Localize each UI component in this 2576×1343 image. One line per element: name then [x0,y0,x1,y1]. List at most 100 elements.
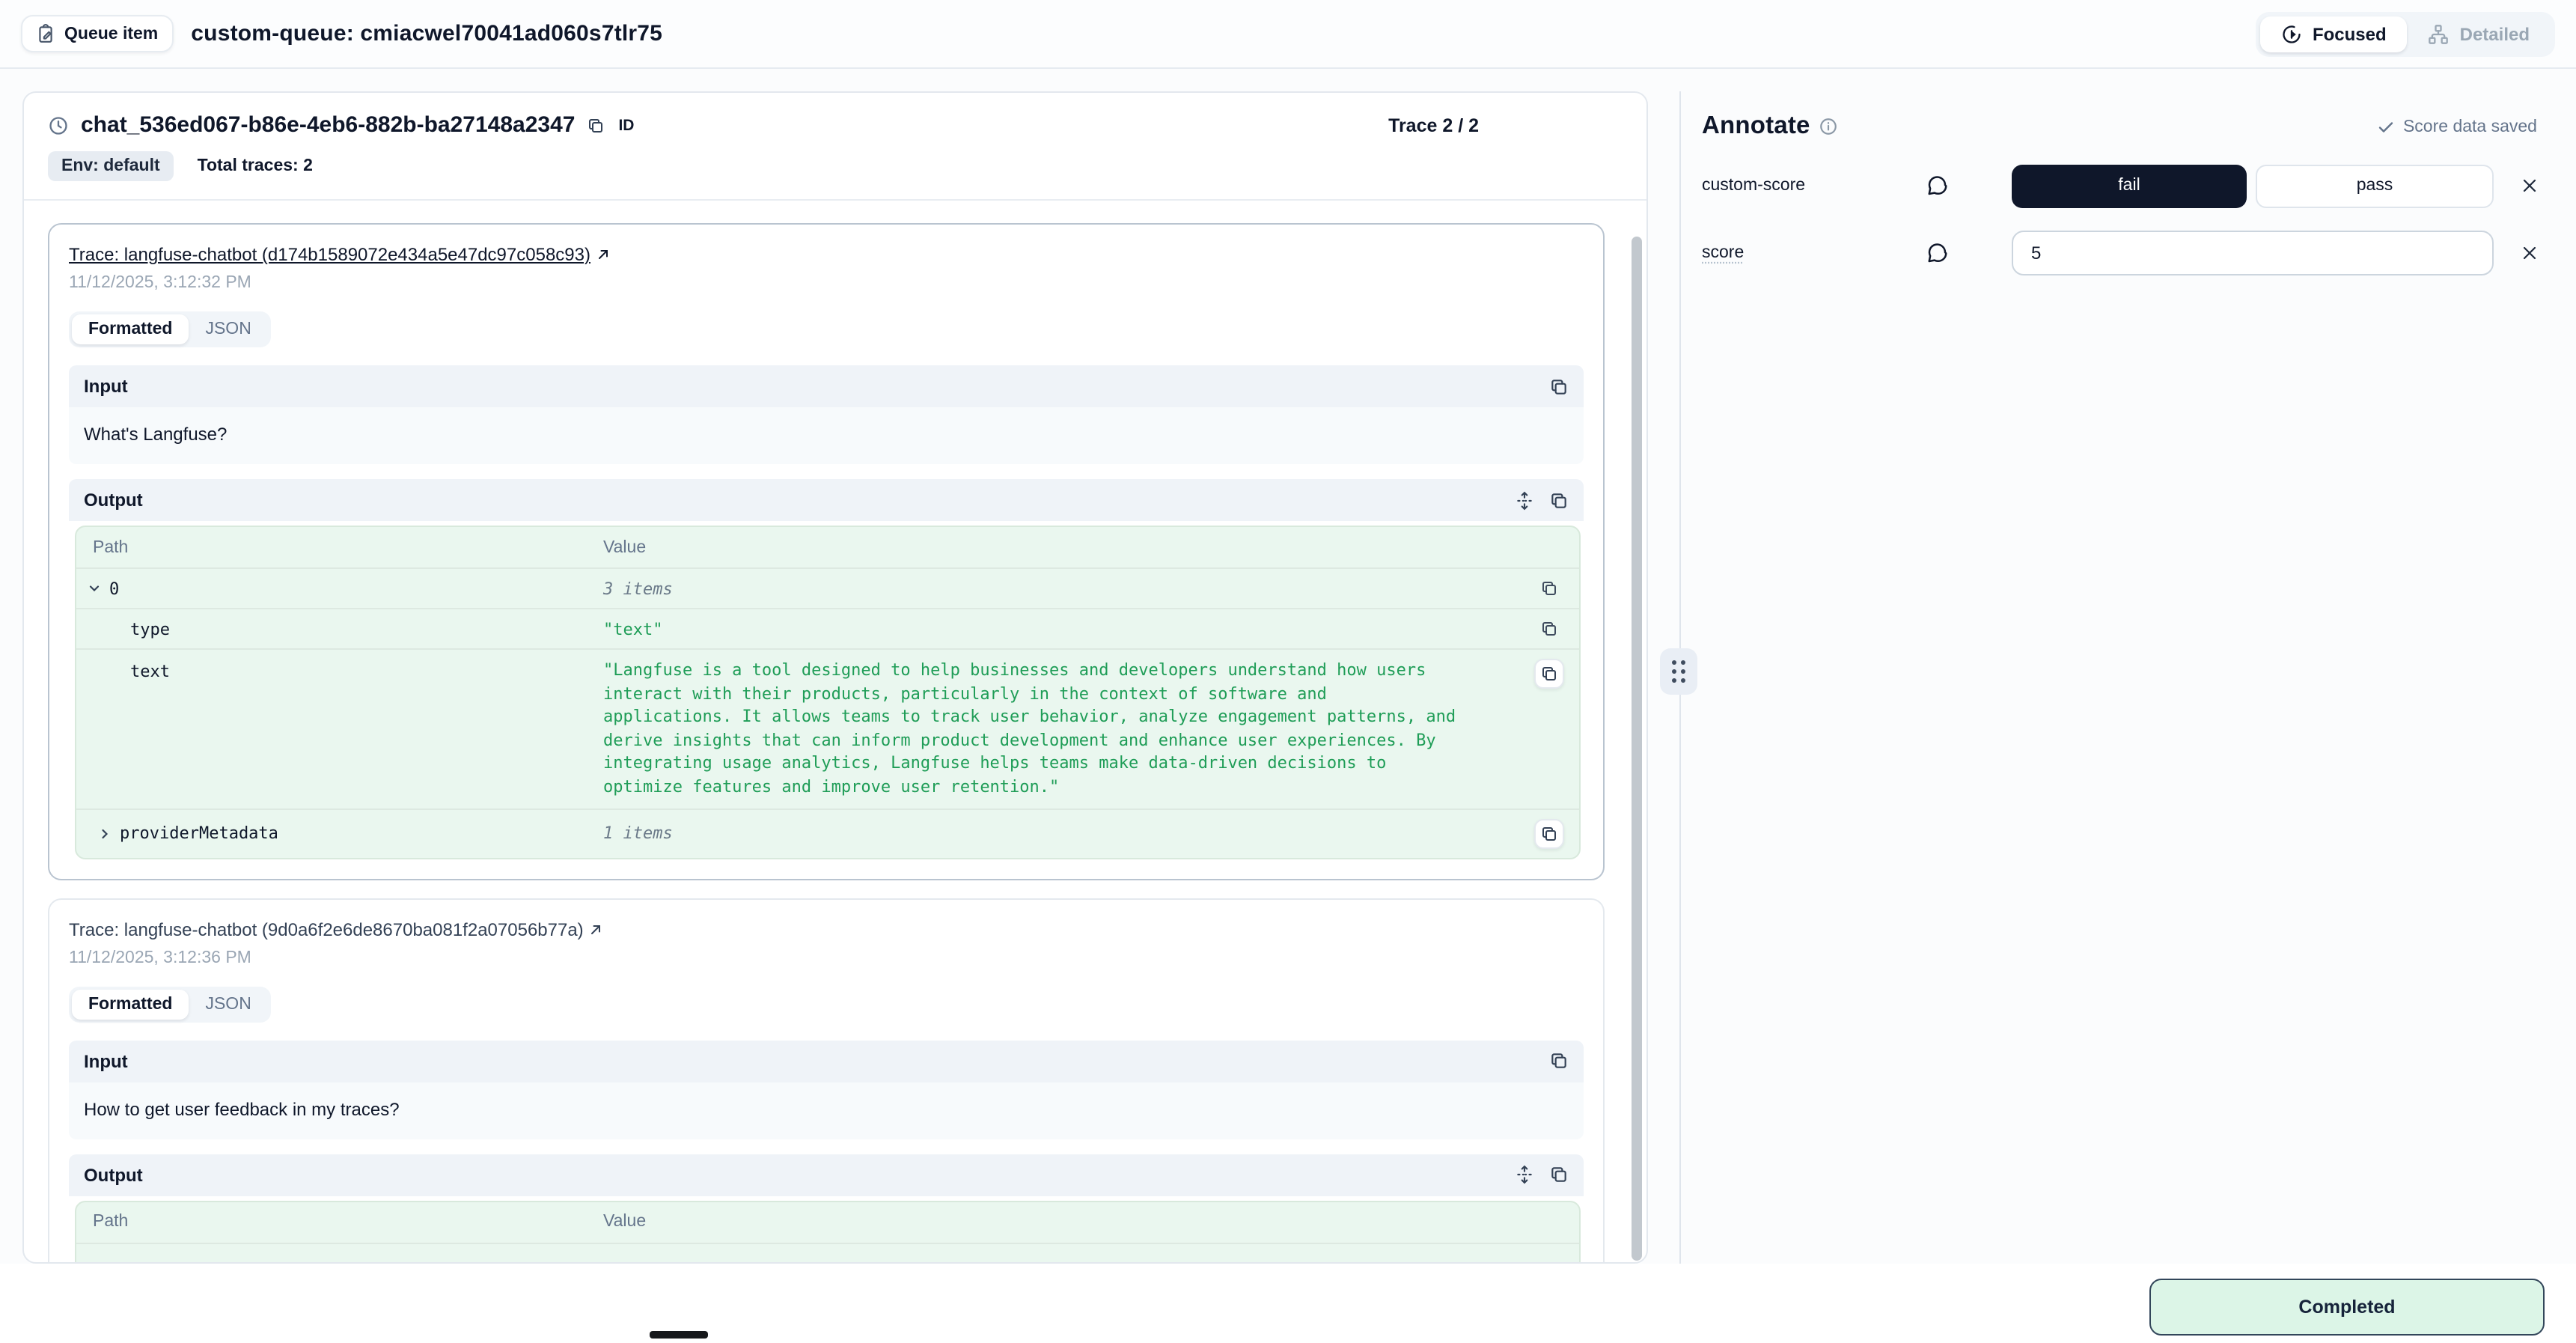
score-option-pass[interactable]: pass [2256,164,2494,207]
trace-link-2[interactable]: Trace: langfuse-chatbot (9d0a6f2e6de8670… [69,919,603,940]
horizontal-scrollbar-thumb[interactable] [650,1331,708,1339]
row-value: 3 items [603,579,1525,598]
row-path: text [130,662,170,681]
row-value: "Langfuse is a tool designed to help bus… [603,659,1525,799]
row-path: 0 [109,579,119,598]
input-section-2: Input How to get user feedback in my tra… [69,1040,1584,1139]
focused-toggle-label: Focused [2313,23,2387,44]
clock-icon [48,115,69,135]
output-section-1: Output Path Value [69,479,1584,859]
format-tabs-1: Formatted JSON [69,311,271,347]
input-label-1: Input [84,376,128,397]
table-row[interactable]: 0 3 items [76,567,1579,608]
copy-id-icon[interactable] [587,116,605,134]
trace-card-2: Trace: langfuse-chatbot (9d0a6f2e6de8670… [48,898,1605,1264]
copy-icon[interactable] [1549,1051,1569,1071]
score-row-score: score [1702,231,2563,275]
input-label-2: Input [84,1050,128,1071]
trace-card-1: Trace: langfuse-chatbot (d174b1589072e43… [48,223,1605,880]
trace-panel-header: chat_536ed067-b86e-4eb6-882b-ba27148a234… [48,112,1623,138]
trace-link-1[interactable]: Trace: langfuse-chatbot (d174b1589072e43… [69,244,610,265]
copy-icon[interactable] [1549,377,1569,396]
queue-item-title: chat_536ed067-b86e-4eb6-882b-ba27148a234… [81,112,575,138]
score-name-label: custom-score [1702,177,1926,195]
score-option-fail[interactable]: fail [2012,164,2247,207]
tab-json-1[interactable]: JSON [189,314,267,344]
input-value-2: How to get user feedback in my traces? [69,1082,1584,1139]
tree-hierarchy-icon [2429,23,2450,44]
copy-icon[interactable] [1540,620,1558,638]
copy-icon[interactable] [1549,1165,1569,1184]
trace-link-2-label: Trace: langfuse-chatbot (9d0a6f2e6de8670… [69,919,584,940]
table-row[interactable]: 0 3 items [76,1242,1579,1264]
table-row[interactable]: type "text" [76,608,1579,648]
table-row[interactable]: providerMetadata 1 items [76,808,1579,857]
output-label-2: Output [84,1164,143,1185]
tab-formatted-2[interactable]: Formatted [72,989,189,1019]
trace-link-1-label: Trace: langfuse-chatbot (d174b1589072e43… [69,244,590,265]
col-path-1: Path [76,538,603,556]
queue-item-badge-label: Queue item [64,25,158,43]
copy-icon[interactable] [1549,490,1569,510]
external-link-icon [595,247,610,262]
clipboard-pen-icon [36,24,55,43]
check-icon [2378,118,2396,135]
copy-icon[interactable] [1540,579,1558,597]
copy-icon[interactable] [1534,818,1564,848]
resize-grip-handle[interactable] [1660,648,1697,695]
input-value-1: What's Langfuse? [69,407,1584,464]
unfold-vertical-icon[interactable] [1515,490,1534,510]
score-row-custom-score: custom-score fail pass [1702,163,2563,208]
format-tabs-2: Formatted JSON [69,986,271,1022]
detailed-toggle[interactable]: Detailed [2408,16,2551,52]
row-value: 1 items [603,823,1525,843]
score-name-label: score [1702,244,1926,262]
trace-panel-meta: Env: default Total traces: 2 [48,151,1623,181]
annotate-panel: Annotate Score data saved custom-score f… [1702,91,2563,1264]
output-section-2: Output Path Value [69,1154,1584,1264]
col-value-1: Value [603,538,1525,556]
completed-button[interactable]: Completed [2149,1279,2545,1336]
row-path: type [130,619,170,639]
row-path: providerMetadata [120,823,278,843]
total-traces-label: Total traces: 2 [198,157,313,175]
tab-json-2[interactable]: JSON [189,989,267,1019]
comment-bubble-icon[interactable] [1926,174,2012,197]
divider [24,199,1646,201]
col-value-2: Value [603,1213,1525,1231]
trace-panel: chat_536ed067-b86e-4eb6-882b-ba27148a234… [22,91,1648,1264]
chevron-down-icon[interactable] [87,581,102,596]
output-json-table-2: Path Value 0 3 items [75,1200,1581,1264]
circle-gauge-icon [2281,23,2302,44]
input-section-1: Input What's Langfuse? [69,365,1584,464]
save-status-label: Score data saved [2403,118,2537,135]
row-value: "text" [603,619,1525,639]
table-row[interactable]: text "Langfuse is a tool designed to hel… [76,648,1579,808]
app-window: Queue item custom-queue: cmiacwel70041ad… [0,0,2576,1343]
detailed-toggle-label: Detailed [2460,23,2530,44]
env-badge: Env: default [48,151,174,181]
delete-score-icon[interactable] [2521,177,2539,195]
trace-counter: Trace 2 / 2 [1388,115,1479,135]
delete-score-icon[interactable] [2521,244,2539,262]
view-mode-toggle: Focused Detailed [2256,11,2555,56]
vertical-scrollbar[interactable] [1632,237,1642,1261]
id-label: ID [618,116,634,134]
page-title: custom-queue: cmiacwel70041ad060s7tlr75 [191,21,662,46]
output-label-1: Output [84,490,143,511]
col-path-2: Path [76,1213,603,1231]
unfold-vertical-icon[interactable] [1515,1165,1534,1184]
queue-item-badge: Queue item [21,15,173,52]
output-json-table-1: Path Value 0 3 items [75,526,1581,859]
annotate-title: Annotate [1702,112,1810,141]
score-value-input[interactable] [2012,231,2494,275]
focused-toggle[interactable]: Focused [2260,16,2408,52]
copy-icon[interactable] [1534,659,1564,689]
tab-formatted-1[interactable]: Formatted [72,314,189,344]
chevron-right-icon[interactable] [97,826,112,841]
info-icon[interactable] [1819,117,1839,136]
trace-timestamp-1: 11/12/2025, 3:12:32 PM [69,274,1584,292]
comment-bubble-icon[interactable] [1926,242,2012,264]
top-bar: Queue item custom-queue: cmiacwel70041ad… [0,0,2576,69]
save-status: Score data saved [2378,118,2537,135]
